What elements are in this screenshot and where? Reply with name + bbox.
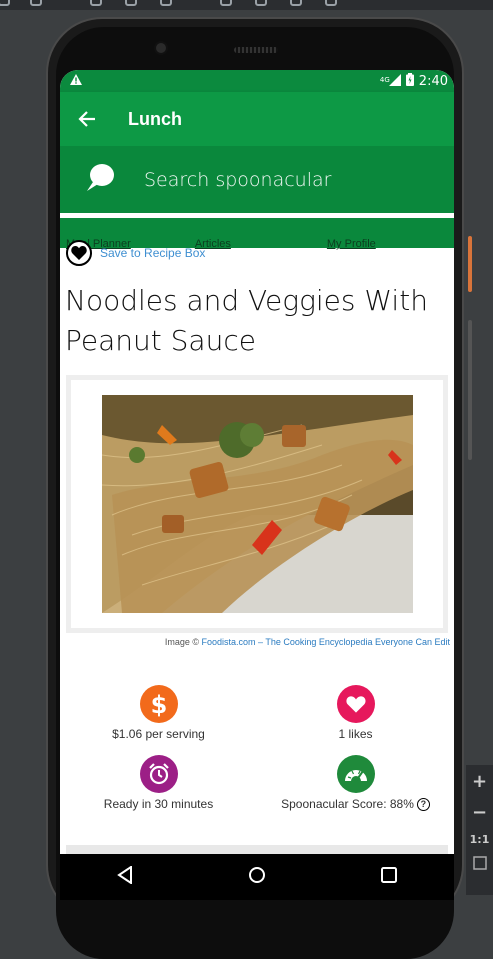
heart-icon[interactable] bbox=[66, 240, 92, 266]
save-label[interactable]: Save to Recipe Box bbox=[100, 246, 205, 260]
emulator-tool-icon[interactable] bbox=[0, 0, 10, 6]
search-bubble-icon bbox=[84, 162, 116, 198]
credit-link[interactable]: Foodista.com – The Cooking Encyclopedia … bbox=[202, 637, 450, 647]
status-bar: 4G 2:40 bbox=[60, 70, 454, 92]
likes-count: 1 likes bbox=[338, 727, 373, 741]
emulator-tool-icon[interactable] bbox=[290, 0, 302, 6]
stat-price: $ $1.06 per serving bbox=[60, 685, 257, 741]
front-camera bbox=[154, 41, 168, 55]
battery-icon bbox=[405, 73, 414, 89]
help-question-icon[interactable]: ? bbox=[416, 797, 430, 811]
stat-ready-time: Ready in 30 minutes bbox=[60, 755, 257, 811]
camera-tool-icon[interactable] bbox=[255, 0, 267, 6]
heart-likes-icon bbox=[336, 685, 375, 723]
alarm-clock-icon bbox=[139, 755, 178, 793]
recipe-stats: $ $1.06 per serving 1 likes Ready in 30 … bbox=[60, 685, 454, 811]
stat-score: Spoonacular Score: 88% ? bbox=[257, 755, 454, 811]
volume-button[interactable] bbox=[468, 320, 472, 460]
nav-recents-icon[interactable] bbox=[380, 867, 397, 887]
power-button[interactable] bbox=[468, 236, 472, 292]
price-per-serving: $1.06 per serving bbox=[112, 727, 205, 741]
search-bar[interactable]: Search spoonacular bbox=[60, 146, 454, 218]
screen-title: Lunch bbox=[128, 108, 182, 129]
recipe-image bbox=[101, 395, 413, 613]
emulator-tool-icon[interactable] bbox=[220, 0, 232, 6]
recipe-title: Noodles and Veggies With Peanut Sauce bbox=[65, 284, 428, 357]
earpiece-speaker bbox=[234, 47, 278, 53]
ready-in-minutes: Ready in 30 minutes bbox=[103, 797, 214, 811]
score-gauge-icon bbox=[336, 755, 375, 793]
zoom-in-icon[interactable]: + bbox=[472, 771, 487, 792]
save-to-recipe-box[interactable]: Save to Recipe Box bbox=[60, 240, 454, 266]
app-bar: Lunch bbox=[60, 92, 454, 146]
zoom-out-icon[interactable]: − bbox=[472, 802, 487, 823]
score-text: Spoonacular Score: 88% bbox=[281, 797, 414, 811]
svg-text:$: $ bbox=[150, 691, 167, 717]
recipe-image-frame bbox=[66, 375, 448, 633]
emulator-tool-icon[interactable] bbox=[125, 0, 137, 6]
fit-screen-icon[interactable] bbox=[472, 856, 487, 873]
android-nav-bar bbox=[60, 854, 454, 900]
emulator-tool-icon[interactable] bbox=[30, 0, 42, 6]
spoonacular-score: Spoonacular Score: 88% ? bbox=[281, 797, 430, 811]
actual-size-icon[interactable]: 1:1 bbox=[470, 833, 490, 846]
nav-back-icon[interactable] bbox=[117, 865, 133, 888]
stat-likes: 1 likes bbox=[257, 685, 454, 741]
emulator-toolbar bbox=[0, 0, 493, 10]
clock: 2:40 bbox=[418, 73, 448, 89]
content-divider bbox=[66, 845, 448, 854]
device-screen: 4G 2:40 Lunch Search spoonacular Meal Pl… bbox=[60, 70, 454, 854]
nav-home-icon[interactable] bbox=[248, 866, 266, 888]
signal-icon bbox=[388, 73, 401, 89]
emulator-tool-icon[interactable] bbox=[160, 0, 172, 6]
emulator-tool-icon[interactable] bbox=[90, 0, 102, 6]
back-arrow-icon[interactable] bbox=[78, 110, 96, 128]
recipe-content: Save to Recipe Box Noodles and Veggies W… bbox=[60, 240, 454, 811]
status-indicators: 4G 2:40 bbox=[380, 73, 448, 89]
dollar-icon: $ bbox=[139, 685, 178, 723]
credit-prefix: Image © bbox=[164, 637, 199, 647]
emulator-tool-icon[interactable] bbox=[325, 0, 337, 6]
image-credit: Image © Foodista.com – The Cooking Encyc… bbox=[60, 633, 454, 647]
warning-icon bbox=[70, 74, 82, 88]
search-input[interactable]: Search spoonacular bbox=[144, 169, 331, 191]
emulator-side-tools: + − 1:1 bbox=[466, 765, 493, 895]
